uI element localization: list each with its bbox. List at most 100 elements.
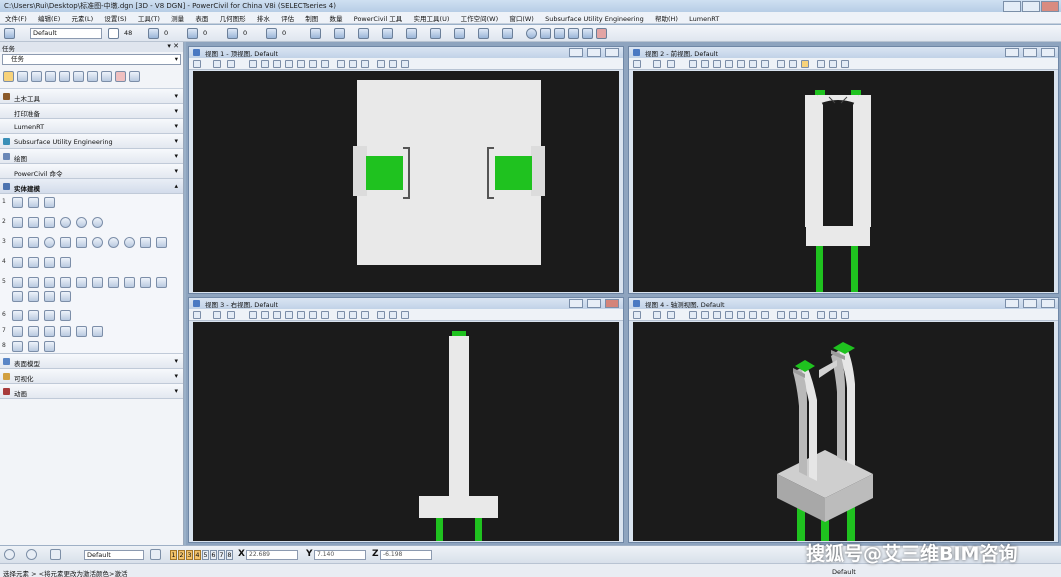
menu-settings[interactable]: 设置(S)	[99, 12, 130, 23]
view-close-button[interactable]	[1041, 48, 1055, 57]
view-maximize-button[interactable]	[587, 48, 601, 57]
snap-icon[interactable]	[502, 28, 513, 39]
render-icon[interactable]	[568, 28, 579, 39]
polygon-icon[interactable]	[44, 217, 55, 228]
menu-utilities[interactable]: 实用工具(U)	[409, 12, 454, 23]
view-3-toggle[interactable]: 3	[186, 550, 193, 560]
surface-icon[interactable]	[28, 341, 39, 352]
view-minimize-button[interactable]	[569, 48, 583, 57]
window-area-icon[interactable]	[285, 311, 293, 319]
previous-view-icon[interactable]	[337, 60, 345, 68]
select-element-icon[interactable]	[3, 71, 14, 82]
fit-view-icon[interactable]	[297, 60, 305, 68]
view-1-toggle[interactable]: 1	[170, 550, 177, 560]
rotate-icon[interactable]	[31, 71, 42, 82]
section-civil-tools[interactable]: 土木工具 ▾	[0, 89, 183, 104]
display-style-icon[interactable]	[213, 311, 221, 319]
pan-view-icon[interactable]	[761, 311, 769, 319]
zoom-in-icon[interactable]	[261, 60, 269, 68]
view-2-toggle[interactable]: 2	[178, 550, 185, 560]
window-close-button[interactable]	[1041, 1, 1059, 12]
clip-volume-icon[interactable]	[377, 60, 385, 68]
view-minimize-button[interactable]	[1005, 299, 1019, 308]
walk-icon[interactable]	[841, 311, 849, 319]
find-icon[interactable]	[554, 28, 565, 39]
align-icon[interactable]	[12, 291, 23, 302]
mesh-icon[interactable]	[12, 341, 23, 352]
level-combo[interactable]: Default	[30, 28, 102, 39]
view-2-canvas[interactable]	[633, 71, 1054, 292]
previous-view-icon[interactable]	[337, 311, 345, 319]
measure-icon[interactable]	[540, 28, 551, 39]
active-level-combo[interactable]: Default	[84, 550, 144, 560]
section-sue[interactable]: Subsurface Utility Engineering ▾	[0, 134, 183, 149]
view-attributes-icon[interactable]	[193, 311, 201, 319]
display-style-icon[interactable]	[653, 60, 661, 68]
back-icon[interactable]	[4, 549, 15, 560]
fit-view-icon[interactable]	[297, 311, 305, 319]
raster-icon[interactable]	[382, 28, 393, 39]
measure-tool-icon[interactable]	[101, 71, 112, 82]
union-icon[interactable]	[12, 277, 23, 288]
menu-lumenrt[interactable]: LumenRT	[684, 14, 723, 23]
previous-view-icon[interactable]	[777, 60, 785, 68]
rectangle-icon[interactable]	[12, 217, 23, 228]
level-manager-icon[interactable]	[4, 28, 15, 39]
thicken-icon[interactable]	[124, 277, 135, 288]
style-value-3[interactable]: 0	[243, 28, 247, 39]
menu-sue[interactable]: Subsurface Utility Engineering	[540, 14, 648, 23]
view-7-toggle[interactable]: 7	[218, 550, 225, 560]
view-8-toggle[interactable]: 8	[226, 550, 233, 560]
loft-icon[interactable]	[60, 257, 71, 268]
cap-icon[interactable]	[76, 326, 87, 337]
draft-face-icon[interactable]	[44, 310, 55, 321]
y-coordinate-field[interactable]: 7.140	[314, 550, 366, 560]
line-tool-icon[interactable]	[28, 197, 39, 208]
x-coordinate-field[interactable]: 22.689	[246, 550, 298, 560]
cut-icon[interactable]	[60, 277, 71, 288]
window-area-icon[interactable]	[725, 60, 733, 68]
walk-icon[interactable]	[401, 311, 409, 319]
rotate-view-icon[interactable]	[309, 311, 317, 319]
snap-mode-icon[interactable]	[50, 549, 61, 560]
ring-icon[interactable]	[124, 237, 135, 248]
display-style-icon[interactable]	[213, 60, 221, 68]
lighting-icon[interactable]	[227, 311, 235, 319]
box-icon[interactable]	[140, 237, 151, 248]
camera-icon[interactable]	[829, 60, 837, 68]
models-icon[interactable]	[406, 28, 417, 39]
view-close-button[interactable]	[605, 48, 619, 57]
split-icon[interactable]	[28, 291, 39, 302]
view-maximize-button[interactable]	[587, 299, 601, 308]
sweep-icon[interactable]	[44, 257, 55, 268]
section-animation[interactable]: 动画 ▾	[0, 384, 183, 399]
view-rotation-icon[interactable]	[801, 60, 809, 68]
update-view-icon[interactable]	[689, 60, 697, 68]
zoom-in-icon[interactable]	[701, 60, 709, 68]
view-attributes-icon[interactable]	[633, 60, 641, 68]
lighting-icon[interactable]	[667, 60, 675, 68]
oval-icon[interactable]	[92, 217, 103, 228]
zoom-out-icon[interactable]	[273, 60, 281, 68]
section-solid-modeling[interactable]: 实体建模 ▴	[0, 179, 183, 194]
next-view-icon[interactable]	[349, 311, 357, 319]
view-maximize-button[interactable]	[1023, 299, 1037, 308]
section-visualization[interactable]: 可视化 ▾	[0, 369, 183, 384]
display-style-icon[interactable]	[653, 311, 661, 319]
view-4-toggle[interactable]: 4	[194, 550, 201, 560]
view-4-canvas[interactable]	[633, 322, 1054, 541]
line-weight-icon[interactable]	[187, 28, 198, 39]
next-view-icon[interactable]	[789, 311, 797, 319]
level-lock-icon[interactable]	[150, 549, 161, 560]
key-in-icon[interactable]	[430, 28, 441, 39]
menu-help[interactable]: 帮助(H)	[650, 12, 682, 23]
offset-face-icon[interactable]	[140, 277, 151, 288]
properties-icon[interactable]	[129, 71, 140, 82]
save-icon[interactable]	[310, 28, 321, 39]
blend-icon[interactable]	[12, 326, 23, 337]
imprint-icon[interactable]	[28, 326, 39, 337]
mirror-icon[interactable]	[73, 71, 84, 82]
priority-icon[interactable]	[266, 28, 277, 39]
curve-tool-icon[interactable]	[44, 197, 55, 208]
window-area-icon[interactable]	[725, 311, 733, 319]
